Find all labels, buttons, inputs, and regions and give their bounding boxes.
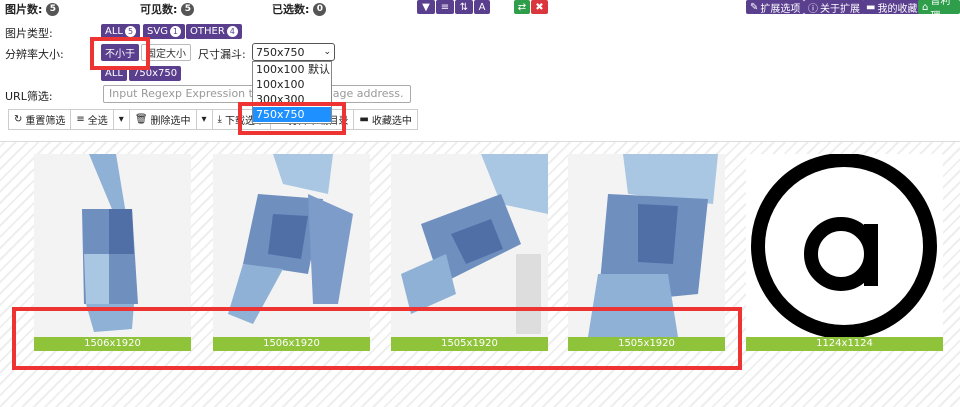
- sort-icon: ⇅: [459, 1, 469, 13]
- close-button[interactable]: ✖: [531, 0, 548, 14]
- list-icon-button[interactable]: ≡: [436, 0, 454, 14]
- text-icon: A: [478, 1, 486, 13]
- type-svg-label: SVG: [147, 26, 168, 37]
- extension-options-label: 扩展选项: [760, 3, 801, 15]
- size-option[interactable]: 100x100: [253, 77, 331, 92]
- trash-icon: 🗑: [134, 114, 148, 125]
- type-other-button[interactable]: OTHER 4: [186, 24, 242, 39]
- action-toolbar: ↻重置筛选 ≡全选 ▾ 🗑删除选中 ▾ ⤓下载选中 ▭打开下载目录 ▬收藏选中: [8, 109, 418, 130]
- favorite-selected-button[interactable]: ▬ 收藏选中: [353, 109, 418, 130]
- selected-badge: 0: [313, 2, 327, 16]
- url-filter-label: URL筛选:: [5, 90, 53, 103]
- type-svg-count: 1: [169, 26, 181, 37]
- extension-options-button[interactable]: ✎ 扩展选项: [746, 0, 805, 15]
- visible-label: 可见数:: [140, 3, 178, 16]
- home-button[interactable]: ⌂普利理: [918, 0, 960, 14]
- highlight-not-less: [90, 37, 150, 70]
- folder-icon: ▬: [866, 1, 876, 13]
- delete-selected-caret[interactable]: ▾: [195, 109, 213, 130]
- type-other-count: 4: [226, 26, 238, 37]
- chevron-down-icon: ⌄: [323, 47, 331, 57]
- caret-down-icon: ▾: [201, 114, 207, 125]
- close-icon: ✖: [535, 1, 544, 13]
- funnel-label: 尺寸漏斗:: [198, 48, 246, 61]
- list-icon: ≡: [76, 114, 85, 125]
- select-all-button[interactable]: ≡ 全选: [70, 109, 114, 130]
- stats-bar: 图片数: 5 可见数: 5 已选数: 0 ▼ ≡ ⇅ A ⇄ ✖ ✎ 扩展选项 ⓘ…: [0, 0, 960, 16]
- resolution-label: 分辨率大小:: [5, 48, 64, 61]
- swap-button[interactable]: ⇄: [514, 0, 530, 14]
- wrench-icon: ✎: [750, 1, 759, 13]
- size-funnel-value: 750x750: [256, 45, 305, 59]
- my-favorites-button[interactable]: ▬ 我的收藏: [862, 0, 922, 15]
- my-favorites-label: 我的收藏: [877, 3, 918, 15]
- visible-count: 可见数: 5: [140, 1, 195, 17]
- logo-image[interactable]: [746, 154, 943, 337]
- image-card[interactable]: 1124x1124: [746, 154, 943, 352]
- selected-count: 已选数: 0: [272, 1, 327, 17]
- about-extension-label: 关于扩展: [820, 3, 860, 15]
- size-option[interactable]: 100x100 默认: [253, 62, 331, 77]
- text-icon-button[interactable]: A: [474, 0, 490, 14]
- image-type-label: 图片类型:: [5, 27, 53, 40]
- swap-icon: ⇄: [517, 1, 527, 13]
- total-count: 图片数: 5: [5, 1, 60, 17]
- about-extension-button[interactable]: ⓘ 关于扩展: [804, 0, 864, 15]
- fixed-size-label: 固定大小: [146, 49, 186, 60]
- at-logo-icon: [751, 154, 937, 337]
- home-label: 普利理: [930, 0, 951, 14]
- filter-icon: ▼: [422, 1, 430, 13]
- type-other-label: OTHER: [190, 26, 225, 37]
- highlight-750-option: [238, 102, 346, 135]
- visible-badge: 5: [181, 2, 195, 16]
- reset-filter-label: 重置筛选: [25, 116, 66, 127]
- select-all-caret[interactable]: ▾: [112, 109, 130, 130]
- caret-down-icon: ▾: [118, 114, 124, 125]
- highlight-image-row: [12, 307, 742, 370]
- image-dimensions: 1124x1124: [746, 337, 943, 351]
- selected-label: 已选数:: [272, 3, 310, 16]
- refresh-icon: ↻: [14, 114, 23, 125]
- sort-icon-button[interactable]: ⇅: [455, 0, 473, 14]
- list-icon: ≡: [440, 1, 450, 13]
- info-circle-icon: ⓘ: [808, 3, 818, 15]
- type-all-count: 5: [124, 26, 136, 37]
- favorite-selected-label: 收藏选中: [371, 116, 412, 127]
- download-icon: ⤓: [217, 114, 222, 125]
- type-all-label: ALL: [105, 26, 123, 37]
- delete-selected-label: 删除选中: [150, 116, 191, 127]
- select-all-label: 全选: [87, 116, 108, 127]
- filter-icon-button[interactable]: ▼: [417, 0, 435, 14]
- home-icon: ⌂: [922, 1, 929, 13]
- delete-selected-button[interactable]: 🗑 删除选中: [128, 109, 197, 130]
- size-funnel-select[interactable]: 750x750 ⌄: [252, 43, 335, 61]
- total-badge: 5: [46, 2, 60, 16]
- total-label: 图片数:: [5, 3, 43, 16]
- reset-filter-button[interactable]: ↻ 重置筛选: [8, 109, 72, 130]
- folder-icon: ▬: [359, 114, 369, 125]
